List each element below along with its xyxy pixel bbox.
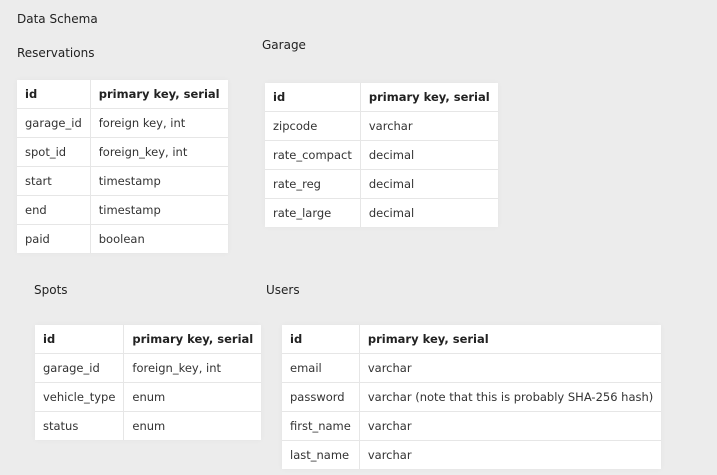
table-row: rate_large decimal (265, 198, 498, 227)
table-row: vehicle_type enum (35, 382, 262, 412)
table-row: status enum (35, 411, 261, 440)
table-header-row: id primary key, serial (282, 325, 662, 354)
table-header-row: id primary key, serial (265, 83, 498, 112)
column-type-cell: foreign_key, int (90, 137, 228, 167)
column-type-cell: primary key, serial (360, 83, 498, 112)
table-header-row: id primary key, serial (35, 325, 262, 354)
table-row: first_name varchar (282, 411, 662, 441)
table-row: password varchar (note that this is prob… (282, 382, 662, 412)
column-name-cell: garage_id (35, 353, 125, 383)
column-type-cell: varchar (367, 448, 412, 462)
column-name-cell: start (17, 166, 91, 196)
table-row: start timestamp (17, 166, 228, 196)
users-table: id primary key, serial email varchar pas… (282, 325, 662, 469)
table-row: garage_id foreign_key, int (35, 353, 262, 383)
column-type-cell: boolean (98, 232, 145, 246)
column-type-cell: primary key, serial (90, 80, 228, 109)
column-type-cell: enum (123, 382, 262, 412)
reservations-table: id primary key, serial garage_id foreign… (17, 80, 228, 253)
column-name-cell: status (35, 411, 125, 440)
table-row: zipcode varchar (265, 111, 498, 141)
reservations-title: Reservations (17, 46, 95, 60)
column-type-cell: enum (132, 419, 166, 433)
garage-table: id primary key, serial zipcode varchar r… (265, 83, 498, 227)
column-type-cell: timestamp (90, 195, 228, 225)
column-name-cell: id (17, 80, 91, 109)
table-row: rate_compact decimal (265, 140, 498, 170)
column-name-cell: id (282, 325, 360, 354)
column-name-cell: id (35, 325, 125, 354)
column-type-cell: varchar (note that this is probably SHA-… (359, 382, 662, 412)
garage-title: Garage (262, 38, 306, 52)
column-name-cell: spot_id (17, 137, 91, 167)
column-name-cell: rate_compact (265, 140, 361, 170)
column-name-cell: vehicle_type (35, 382, 125, 412)
column-type-cell: decimal (368, 206, 415, 220)
column-name-cell: email (282, 353, 360, 383)
column-type-cell: decimal (360, 169, 498, 199)
column-type-cell: timestamp (90, 166, 228, 196)
column-type-cell: foreign_key, int (123, 353, 262, 383)
spots-title: Spots (34, 283, 68, 297)
column-type-cell: primary key, serial (123, 325, 262, 354)
column-type-cell: primary key, serial (359, 325, 662, 354)
table-header-row: id primary key, serial (17, 80, 228, 109)
column-type-cell: varchar (360, 111, 498, 141)
column-name-cell: garage_id (17, 108, 91, 138)
table-row: end timestamp (17, 195, 228, 225)
table-row: email varchar (282, 353, 662, 383)
column-name-cell: paid (17, 224, 91, 253)
table-row: paid boolean (17, 224, 228, 253)
column-name-cell: rate_reg (265, 169, 361, 199)
column-name-cell: rate_large (265, 198, 361, 227)
column-name-cell: first_name (282, 411, 360, 441)
table-row: spot_id foreign_key, int (17, 137, 228, 167)
column-type-cell: decimal (360, 140, 498, 170)
users-title: Users (266, 283, 300, 297)
column-type-cell: foreign key, int (90, 108, 228, 138)
column-name-cell: id (265, 83, 361, 112)
table-row: last_name varchar (282, 440, 661, 469)
column-type-cell: varchar (359, 411, 662, 441)
table-row: garage_id foreign key, int (17, 108, 228, 138)
spots-table: id primary key, serial garage_id foreign… (35, 325, 262, 440)
column-name-cell: zipcode (265, 111, 361, 141)
page-title: Data Schema (17, 12, 98, 26)
column-name-cell: last_name (282, 440, 360, 469)
table-row: rate_reg decimal (265, 169, 498, 199)
column-name-cell: password (282, 382, 360, 412)
column-type-cell: varchar (359, 353, 662, 383)
column-name-cell: end (17, 195, 91, 225)
